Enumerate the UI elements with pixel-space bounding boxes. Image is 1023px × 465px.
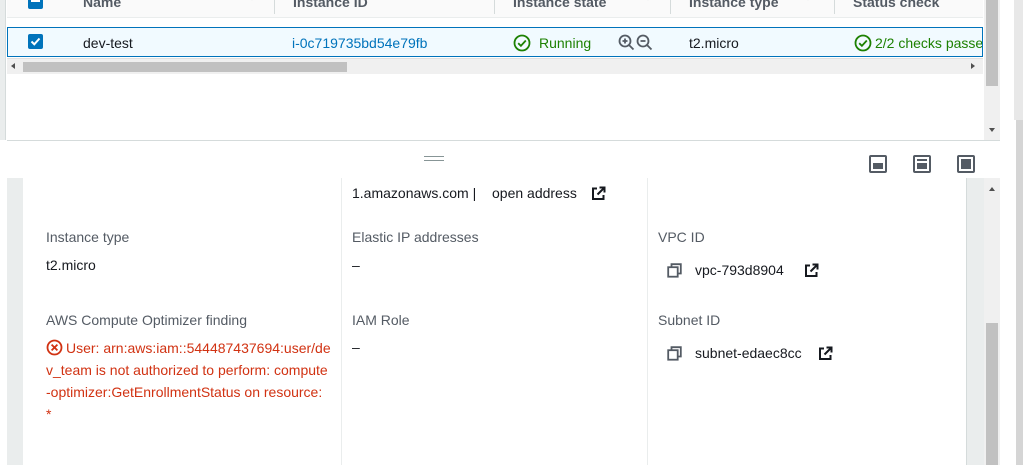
scroll-left-icon[interactable] [11,63,15,69]
elastic-ip-value: – [352,257,360,273]
select-all-checkbox-icon[interactable] [28,0,43,9]
vpc-id-label: VPC ID [658,229,705,245]
horizontal-scroll-thumb[interactable] [23,62,347,72]
compute-optimizer-label: AWS Compute Optimizer finding [46,312,247,328]
column-divider [341,178,342,465]
table-header: Name Instance ID Instance state Instance… [7,0,983,18]
status-ok-icon [513,34,531,52]
instance-type: t2.micro [689,35,739,51]
column-header-instance-type[interactable]: Instance type [689,0,778,17]
external-link-icon[interactable] [804,263,819,278]
table-row[interactable]: dev-test i-0c719735bd54e79fb Running t2.… [7,27,983,57]
resize-handle-icon[interactable] [424,156,444,163]
compute-optimizer-error-text: User: arn:aws:iam::544487437694:user/dev… [46,340,331,422]
error-icon [46,339,63,356]
iam-role-label: IAM Role [352,312,410,328]
scroll-up-icon[interactable] [989,187,995,191]
open-address-link[interactable]: open address [492,185,577,201]
row-checkbox-icon[interactable] [28,34,43,49]
vpc-id-link[interactable]: vpc-793d8904 [695,262,784,278]
instance-id-link[interactable]: i-0c719735bd54e79fb [292,33,427,53]
sort-icon[interactable] [642,0,654,3]
column-header-instance-id[interactable]: Instance ID [293,0,368,17]
column-header-instance-state[interactable]: Instance state [513,0,606,17]
scroll-down-icon[interactable] [989,128,995,132]
vertical-scroll-thumb[interactable] [986,323,998,465]
panel-side-icon[interactable] [913,155,931,173]
table-vertical-scrollbar[interactable] [984,0,1000,140]
scroll-right-icon[interactable] [971,63,975,69]
subnet-id-label: Subnet ID [658,312,721,328]
copy-icon[interactable] [667,263,682,278]
sort-icon[interactable] [802,0,814,3]
public-dns-tail: 1.amazonaws.com | [352,185,477,201]
column-divider[interactable] [670,0,671,14]
horizontal-scrollbar[interactable] [7,58,983,74]
instances-table-region: Name Instance ID Instance state Instance… [0,0,1023,140]
column-divider[interactable] [834,0,835,14]
column-divider[interactable] [494,0,495,14]
instance-details: 1.amazonaws.com | open address Instance … [7,178,1023,465]
sort-icon[interactable] [246,0,258,3]
details-vertical-scrollbar[interactable] [984,178,1000,465]
subnet-id-link[interactable]: subnet-edaec8cc [695,345,802,361]
column-header-status-check[interactable]: Status check [853,0,939,17]
status-ok-icon [854,34,872,52]
details-panel: 1.amazonaws.com | open address Instance … [22,178,967,465]
page-scrollbar[interactable] [1016,120,1023,465]
instance-type-value: t2.micro [46,257,96,273]
column-divider[interactable] [274,0,275,14]
status-check: 2/2 checks passed [875,35,983,51]
zoom-in-icon[interactable] [618,34,635,51]
external-link-icon[interactable] [591,186,606,201]
copy-icon[interactable] [667,346,682,361]
panel-full-icon[interactable] [957,155,975,173]
elastic-ip-label: Elastic IP addresses [352,229,479,245]
column-divider [647,178,648,465]
instance-type-label: Instance type [46,229,130,245]
column-header-name[interactable]: Name [83,0,121,17]
compute-optimizer-error: User: arn:aws:iam::544487437694:user/dev… [46,337,331,425]
zoom-out-icon[interactable] [636,34,653,51]
panel-bottom-icon[interactable] [869,155,887,173]
external-link-icon[interactable] [818,346,833,361]
instance-state: Running [539,35,592,51]
split-panel-header [7,140,1023,178]
instance-name: dev-test [83,35,133,51]
vertical-scroll-thumb[interactable] [986,0,998,86]
left-edge [0,0,6,140]
iam-role-value: – [352,339,360,355]
